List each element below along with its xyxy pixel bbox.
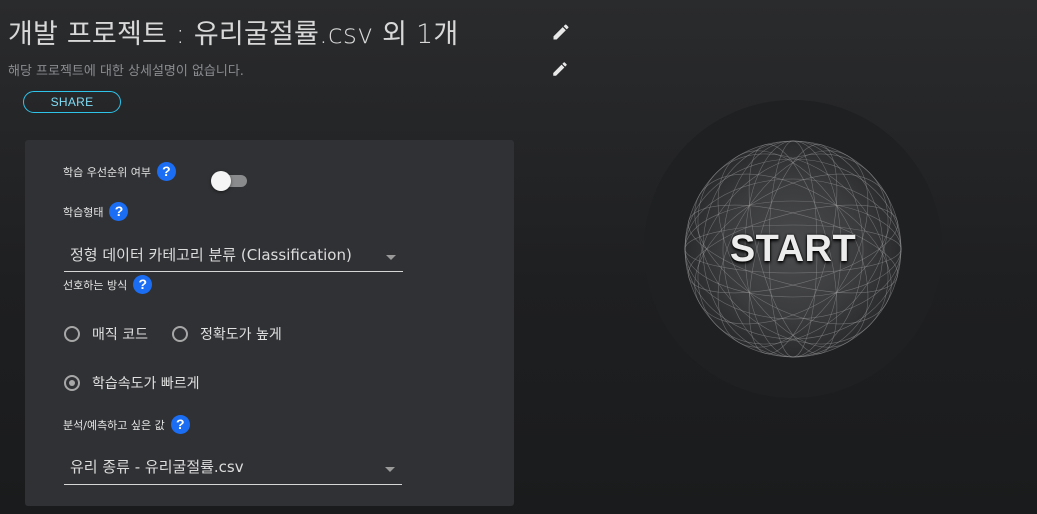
page-description: 해당 프로젝트에 대한 상세설명이 없습니다.	[8, 64, 244, 79]
target-label-row: 분석/예측하고 싶은 값 ?	[63, 415, 190, 434]
target-select-value: 유리 종류 - 유리굴절률.csv	[70, 458, 244, 476]
help-icon[interactable]: ?	[170, 415, 190, 434]
help-icon[interactable]: ?	[156, 162, 176, 181]
method-option-fast-training[interactable]: 학습속도가 빠르게	[64, 373, 200, 393]
method-option-high-accuracy[interactable]: 정확도가 높게	[172, 324, 282, 344]
page-title: 개발 프로젝트 : 유리굴절률.csv 외 1개	[8, 19, 459, 50]
method-label: 선호하는 방식	[63, 278, 128, 292]
target-label: 분석/예측하고 싶은 값	[63, 418, 165, 432]
help-icon[interactable]: ?	[109, 202, 129, 221]
priority-label-row: 학습 우선순위 여부 ?	[63, 162, 176, 181]
share-button[interactable]: SHARE	[23, 91, 121, 113]
type-label-row: 학습형태 ?	[63, 202, 129, 221]
pencil-icon	[553, 24, 569, 40]
edit-title-button[interactable]	[551, 22, 571, 42]
start-label: START	[729, 227, 857, 270]
dropdown-arrow-icon	[386, 255, 396, 260]
help-icon[interactable]: ?	[133, 275, 153, 294]
type-select-value: 정형 데이터 카테고리 분류 (Classification)	[70, 246, 352, 264]
radio-circle	[64, 326, 80, 342]
target-select[interactable]: 유리 종류 - 유리굴절률.csv	[64, 456, 402, 485]
priority-toggle[interactable]	[211, 171, 249, 191]
pencil-icon	[553, 62, 567, 76]
edit-description-button[interactable]	[551, 60, 569, 78]
type-select[interactable]: 정형 데이터 카테고리 분류 (Classification)	[64, 244, 403, 272]
type-label: 학습형태	[63, 205, 104, 219]
radio-label: 정확도가 높게	[200, 327, 282, 343]
method-option-magic-code[interactable]: 매직 코드	[64, 324, 148, 344]
radio-circle	[172, 326, 188, 342]
radio-label: 매직 코드	[92, 327, 148, 343]
settings-panel: 학습 우선순위 여부 ? 학습형태 ? 정형 데이터 카테고리 분류 (Clas…	[25, 140, 514, 506]
radio-circle-selected	[64, 375, 80, 391]
dropdown-arrow-icon	[385, 467, 395, 472]
radio-label: 학습속도가 빠르게	[92, 376, 200, 392]
priority-label: 학습 우선순위 여부	[63, 165, 151, 179]
toggle-knob	[211, 171, 231, 191]
method-label-row: 선호하는 방식 ?	[63, 275, 153, 294]
start-button[interactable]: START	[644, 100, 942, 398]
